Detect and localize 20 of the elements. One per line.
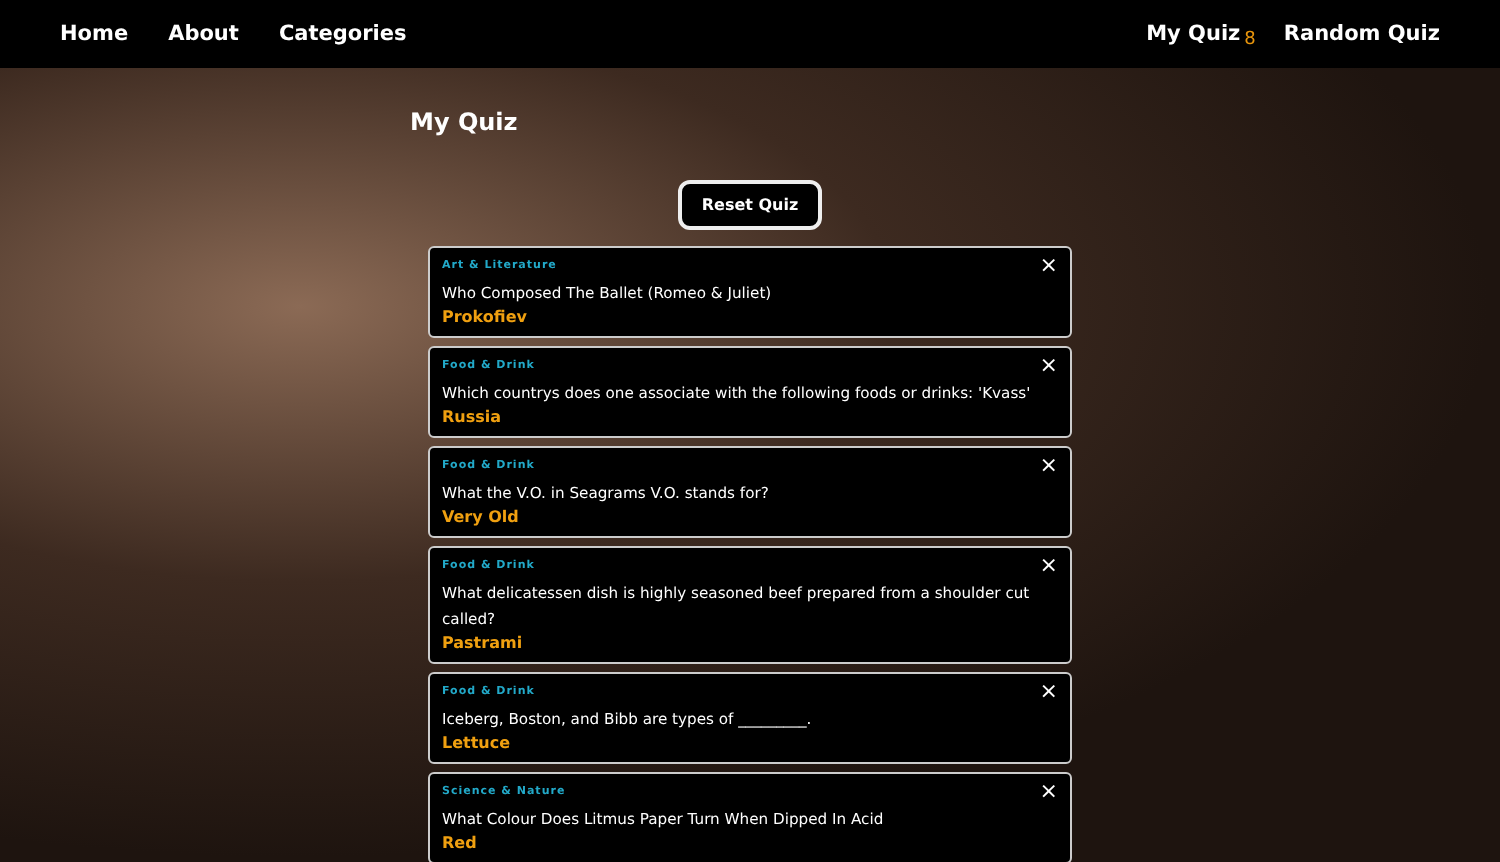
nav-link[interactable]: Home bbox=[60, 22, 129, 46]
quiz-count-number: 8 bbox=[1244, 29, 1256, 49]
close-button[interactable]: × bbox=[1039, 354, 1058, 376]
answer-text: Pastrami bbox=[442, 632, 525, 656]
nav-link[interactable]: About bbox=[168, 22, 239, 46]
close-button[interactable]: × bbox=[1039, 780, 1058, 802]
close-button[interactable]: × bbox=[1039, 680, 1058, 702]
my-quiz-link[interactable]: My Quiz bbox=[1146, 22, 1241, 46]
close-button[interactable]: × bbox=[1039, 254, 1058, 276]
reset-quiz-button[interactable]: Reset Quiz bbox=[677, 180, 823, 230]
close-button[interactable]: × bbox=[1039, 454, 1058, 476]
random-quiz-link[interactable]: Random Quiz bbox=[1283, 22, 1440, 46]
answer-text: Russia bbox=[442, 406, 504, 430]
close-button[interactable]: × bbox=[1039, 554, 1058, 576]
answer-text: Prokofiev bbox=[442, 306, 529, 330]
answer-text: Very Old bbox=[442, 506, 521, 530]
page-title: My Quiz bbox=[410, 108, 518, 136]
answer-text: Lettuce bbox=[442, 732, 513, 756]
nav-link[interactable]: Categories bbox=[278, 22, 407, 46]
answer-text: Red bbox=[442, 832, 479, 856]
